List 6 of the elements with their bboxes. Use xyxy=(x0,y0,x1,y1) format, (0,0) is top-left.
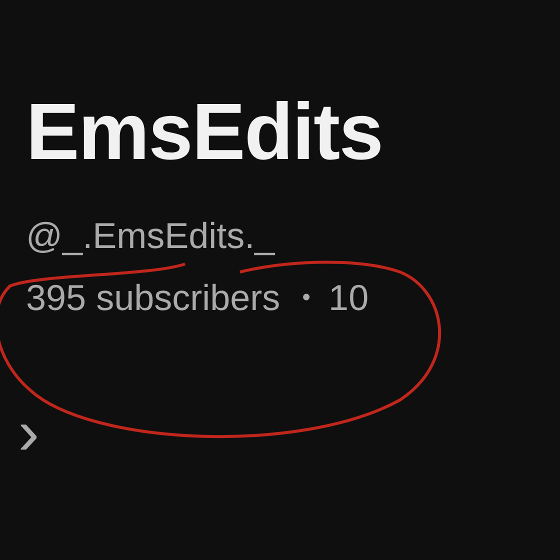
separator-dot: • xyxy=(302,283,311,313)
channel-handle: @_.EmsEdits._ xyxy=(26,214,275,258)
subscriber-count: 395 subscribers xyxy=(26,276,280,320)
more-arrow[interactable]: › xyxy=(18,400,40,464)
video-count: 10 xyxy=(328,276,369,320)
channel-name: EmsEdits xyxy=(26,86,384,178)
